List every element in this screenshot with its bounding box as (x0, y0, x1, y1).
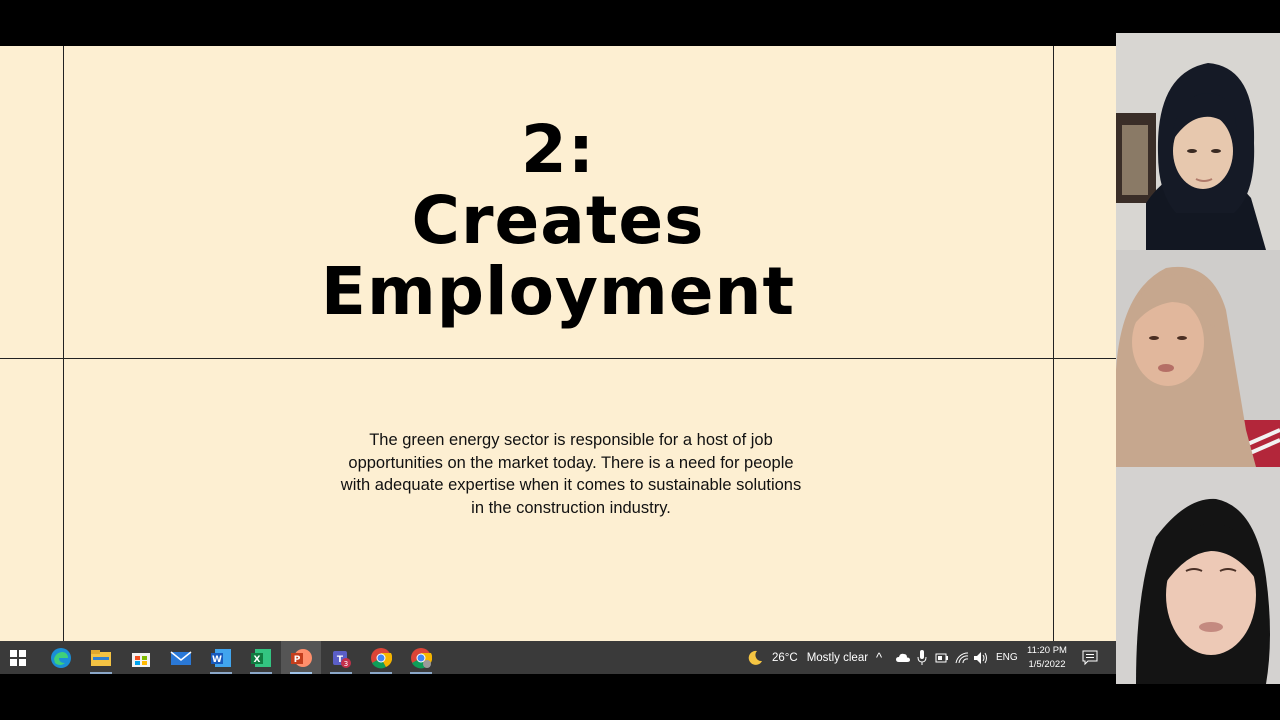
body-line: with adequate expertise when it comes to… (340, 476, 802, 494)
participant-video-1[interactable] (1116, 33, 1280, 250)
weather-widget[interactable]: 26°C Mostly clear (746, 641, 868, 674)
presentation-slide: 2: Creates Employment The green energy s… (0, 46, 1116, 641)
chrome-icon[interactable] (370, 647, 392, 669)
teams-open-indicator (330, 672, 352, 674)
slide-title-line: Creates (411, 182, 705, 259)
moon-icon (748, 650, 762, 665)
microphone-icon[interactable] (917, 650, 927, 666)
edge-icon[interactable] (50, 647, 72, 669)
excel-icon[interactable]: X (250, 647, 272, 669)
clock-time: 11:20 PM (1027, 645, 1067, 656)
slide-guide-line-horizontal (0, 358, 1116, 359)
svg-text:P: P (294, 655, 301, 665)
mail-icon[interactable] (170, 647, 192, 669)
excel-open-indicator (250, 672, 272, 674)
clock-date: 1/5/2022 (1028, 659, 1066, 670)
body-line: The green energy sector is responsible f… (369, 431, 773, 449)
wifi-icon[interactable] (955, 651, 969, 665)
slide-title-line: Employment (320, 253, 796, 330)
battery-plug-icon[interactable] (935, 652, 949, 664)
weather-condition: Mostly clear (806, 651, 869, 664)
participant-video-3[interactable] (1116, 467, 1280, 684)
file-explorer-icon[interactable] (90, 647, 112, 669)
powerpoint-icon[interactable]: P (290, 647, 312, 669)
powerpoint-open-indicator (290, 672, 312, 674)
onedrive-icon[interactable] (896, 652, 910, 664)
slide-body-text: The green energy sector is responsible f… (313, 429, 829, 519)
start-icon[interactable] (10, 650, 26, 666)
windows-taskbar: W X P T 3 26°C Mostly clear ^ ENG 11:20 … (0, 641, 1116, 674)
chrome-open-indicator (370, 672, 392, 674)
weather-temperature: 26°C (772, 651, 798, 664)
store-icon[interactable] (130, 647, 152, 669)
chrome-alt-icon[interactable] (410, 647, 432, 669)
word-icon[interactable]: W (210, 647, 232, 669)
body-line: in the construction industry. (471, 498, 671, 517)
word-open-indicator (210, 672, 232, 674)
svg-text:X: X (254, 655, 261, 665)
volume-icon[interactable] (973, 651, 989, 665)
input-language[interactable]: ENG (996, 641, 1018, 674)
participant-video-2[interactable] (1116, 250, 1280, 467)
chevron-up-icon[interactable]: ^ (876, 641, 882, 674)
slide-guide-line-right (1053, 46, 1054, 641)
body-line: opportunities on the market today. There… (348, 453, 794, 472)
teams-notification-badge: 3 (344, 660, 348, 668)
notification-center-icon[interactable] (1082, 650, 1098, 666)
slide-title: 2: Creates Employment (63, 114, 1053, 327)
system-clock[interactable]: 11:20 PM 1/5/2022 (1020, 644, 1074, 672)
svg-text:W: W (212, 655, 222, 665)
file-explorer-open-indicator (90, 672, 112, 674)
teams-icon[interactable]: T 3 (330, 647, 352, 669)
slide-title-line: 2: (520, 111, 596, 188)
chrome-alt-open-indicator (410, 672, 432, 674)
